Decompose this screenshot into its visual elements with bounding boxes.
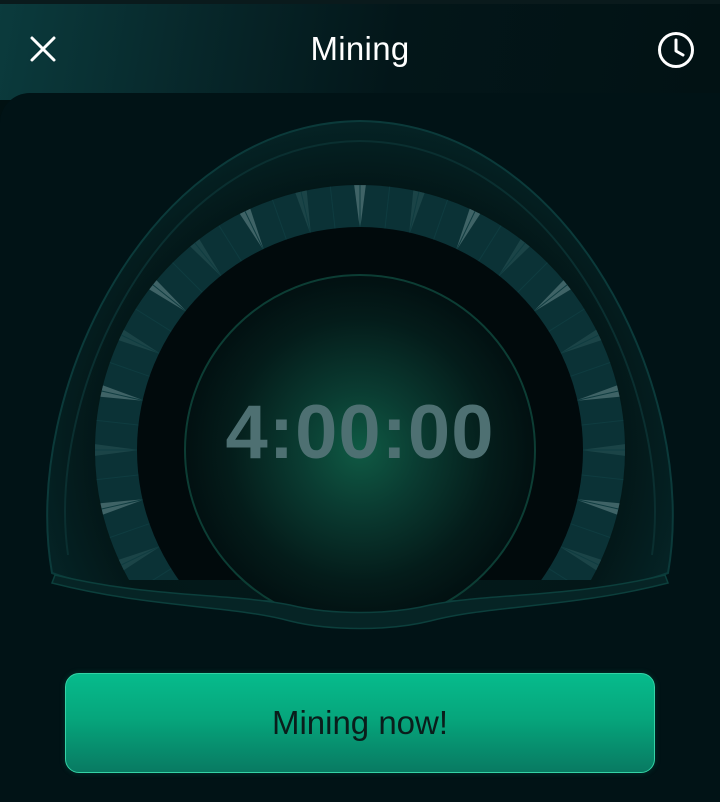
gauge-segment-line [477,636,501,653]
gauge-segment-line [195,622,223,653]
gauge-segment-line [516,606,548,638]
close-button[interactable] [22,28,64,70]
mining-gauge [46,119,674,653]
mining-screen: Mining 4:00:00 Mining now! [0,0,720,802]
gauge-tick [455,648,480,653]
gauge-tick [190,622,223,653]
header: Mining [0,0,720,100]
gauge-segment-line [219,636,243,653]
gauge-segment-line [497,622,525,653]
close-icon [30,36,56,62]
mining-now-label: Mining now! [271,704,449,741]
clock-icon [658,32,694,68]
gauge-segment-line [455,648,475,653]
mining-now-button[interactable]: Mining now! [65,673,655,773]
header-top-edge [0,0,720,4]
gauge-tick [240,648,265,653]
countdown-timer: 4:00:00 [225,390,495,475]
history-button[interactable] [654,28,698,72]
gauge-segment-line [173,606,205,638]
gauge-tick [497,622,530,653]
page-title: Mining [310,30,410,67]
gauge-segment-line [245,648,265,653]
